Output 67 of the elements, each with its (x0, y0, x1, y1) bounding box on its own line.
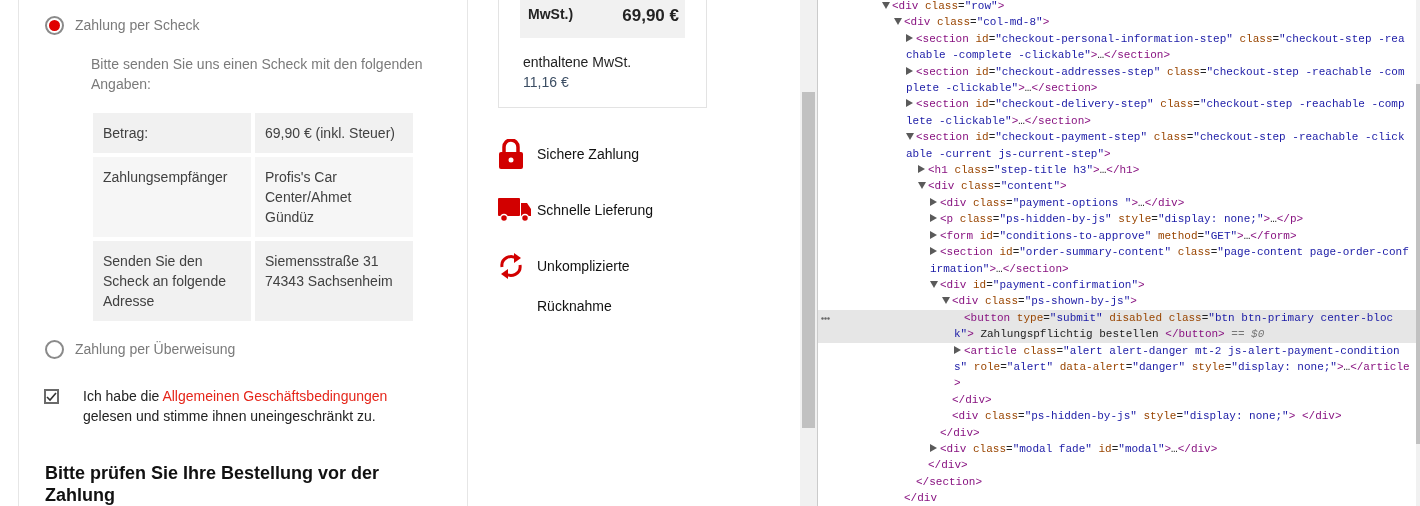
dom-node[interactable]: <section id="checkout-personal-information-step" class="checkout-step -reachable -complete -clickable">…</section> (818, 30, 1416, 64)
more-icon[interactable] (821, 316, 830, 320)
sync-icon (498, 250, 524, 282)
table-cell: 69,90 € (inkl. Steuer) (255, 113, 413, 153)
checkbox[interactable] (44, 389, 59, 404)
expand-toggle[interactable] (930, 247, 937, 256)
section-heading: Bitte prüfen Sie Ihre Bestellung vor der Zahlung (45, 462, 381, 506)
feature-label: Schnelle Lieferung (537, 201, 653, 220)
feature-label: Sichere Zahlung (537, 145, 639, 164)
dom-node[interactable]: <article class="alert alert-danger mt-2 js-alert-payment-conditions" role="alert" data-alert="danger" style="display: none;">…</article> (818, 342, 1416, 392)
closing-tag: </div> (818, 457, 1416, 474)
expand-toggle[interactable] (930, 443, 937, 452)
expand-toggle[interactable] (954, 345, 961, 354)
closing-tag: </div> (818, 424, 1416, 441)
closing-tag: </div (818, 490, 1416, 506)
closing-tag: </div> (818, 391, 1416, 409)
dom-node[interactable]: <form id="conditions-to-approve" method="GET">…</form> (818, 227, 1416, 245)
expand-toggle[interactable] (930, 230, 937, 239)
dom-node[interactable]: <h1 class="step-title h3">…</h1> (818, 162, 1416, 179)
scrollbar-thumb[interactable] (1416, 84, 1420, 444)
option-label: Zahlung per Scheck (75, 16, 200, 35)
expand-toggle[interactable] (906, 133, 914, 141)
radio-button[interactable] (45, 15, 64, 35)
dom-node[interactable]: <div class="modal fade" id="modal">…</div> (818, 440, 1416, 458)
radio-button[interactable] (45, 339, 64, 359)
dom-node[interactable]: <div class="ps-shown-by-js"> (818, 293, 1416, 310)
terms-link[interactable]: Allgemeinen Geschäftsbedingungen (162, 388, 388, 404)
dom-node[interactable]: <button type="submit" disabled class="btn btn-primary center-block"> Zahlungspflichtig bestellen </button> == $0 (818, 309, 1416, 343)
tax-label: enthaltene MwSt. (522, 53, 633, 72)
dom-node[interactable]: <p class="ps-hidden-by-js" style="display: none;">…</p> (818, 211, 1416, 228)
instructions-text: Bitte senden Sie uns einen Scheck mit den folgenden Angaben: (91, 55, 424, 94)
terms-text: Ich habe die Allgemeinen Geschäftsbedingungen gelesen und stimme ihnen uneingeschränkt zu. (83, 387, 389, 426)
total-value: 69,90 € (622, 5, 679, 27)
expand-toggle[interactable] (942, 297, 950, 305)
expand-toggle[interactable] (906, 33, 913, 42)
expand-toggle[interactable] (918, 182, 926, 190)
expand-toggle[interactable] (930, 197, 937, 206)
expand-toggle[interactable] (894, 18, 902, 26)
lock-icon (498, 138, 524, 170)
table-cell: Zahlungsempfänger (93, 157, 251, 237)
expand-toggle[interactable] (930, 280, 938, 288)
dom-node[interactable]: <div class="content"> (818, 178, 1416, 195)
option-label: Zahlung per Überweisung (75, 340, 236, 359)
dom-node[interactable]: <div class="ps-hidden-by-js" style="display: none;"> </div> (818, 408, 1416, 425)
dom-node[interactable]: <div class="col-md-8"> (818, 14, 1416, 31)
dom-node[interactable]: <div id="payment-confirmation"> (818, 276, 1416, 294)
expand-toggle[interactable] (906, 99, 913, 108)
feature-label: Unkomplizierte Rücknahme (537, 257, 631, 316)
expand-toggle[interactable] (930, 214, 937, 223)
truck-icon (498, 198, 532, 222)
expand-toggle[interactable] (918, 165, 925, 174)
table-cell: Siemensstraße 31 74343 Sachsenheim (255, 241, 413, 321)
expand-toggle[interactable] (906, 66, 913, 75)
total-label: MwSt.) (528, 5, 574, 24)
table-cell: Profis's Car Center/Ahmet Gündüz (255, 157, 413, 237)
dom-node[interactable]: <div class="row"> (818, 0, 1416, 15)
dom-node[interactable]: <section id="checkout-addresses-step" class="checkout-step -reachable -complete -clickable">…</section> (818, 63, 1416, 97)
table-cell: Betrag: (93, 113, 251, 153)
dom-node[interactable]: <section id="order-summary-content" class="page-content page-order-confirmation">…</section> (818, 244, 1416, 277)
tax-value: 11,16 € (522, 73, 570, 92)
scrollbar-thumb[interactable] (802, 92, 815, 428)
dom-node[interactable]: <section id="checkout-payment-step" class="checkout-step -reachable -clickable -current js-current-step"> (818, 129, 1416, 163)
dom-node[interactable]: <section id="checkout-delivery-step" class="checkout-step -reachable -complete -clickable">…</section> (818, 96, 1416, 130)
dom-node[interactable]: <div class="payment-options ">…</div> (818, 194, 1416, 212)
table-cell: Senden Sie den Scheck an folgende Adresse (93, 241, 251, 321)
expand-toggle[interactable] (882, 2, 890, 9)
closing-tag: </section> (818, 473, 1416, 491)
